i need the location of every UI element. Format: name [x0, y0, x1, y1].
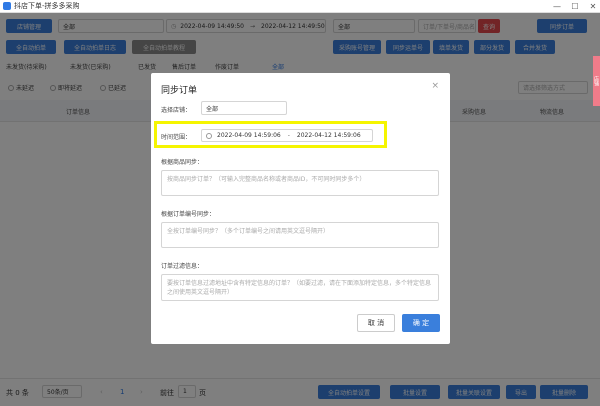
- title-bar: 抖店下单-拼多多采购: [0, 0, 600, 13]
- order-filter-label: 订单过滤信息：: [161, 263, 204, 270]
- store-label: 选择店铺：: [161, 107, 192, 114]
- app-logo-icon: [3, 2, 11, 10]
- order-filter-textarea[interactable]: 要按订单信息过滤地址中含有特定信息的订单？（如要过滤，请在下面添加特定信息，多个…: [161, 274, 439, 301]
- dialog-store-select[interactable]: 全部: [201, 101, 287, 115]
- close-icon[interactable]: ×: [431, 81, 439, 91]
- time-range-highlight: [154, 121, 387, 148]
- product-sync-textarea[interactable]: 按商品同步订单？（可输入完整商品名称或者商品ID，不可同时同步多个）: [161, 170, 439, 196]
- maximize-button[interactable]: ☐: [566, 0, 584, 13]
- dialog-title: 同步订单: [161, 86, 198, 96]
- cancel-button[interactable]: 取 消: [357, 314, 395, 332]
- order-sync-label: 根据订单编号同步：: [161, 211, 216, 218]
- side-badge[interactable]: 店铺: [593, 56, 600, 106]
- app-window: 抖店下单-拼多多采购 — ☐ ✕ 店铺管理 全部 ◷ 2022-04-09 14…: [0, 0, 600, 406]
- confirm-button[interactable]: 确 定: [402, 314, 440, 332]
- sync-orders-dialog: 同步订单 × 选择店铺： 全部 时间范围： 2022-04-09 14:59:0…: [151, 73, 450, 344]
- product-sync-label: 根据商品同步：: [161, 159, 204, 166]
- window-title: 抖店下单-拼多多采购: [14, 2, 80, 10]
- minimize-button[interactable]: —: [548, 0, 566, 13]
- close-window-button[interactable]: ✕: [584, 0, 600, 13]
- order-sync-textarea[interactable]: 全按订单编号同步？（多个订单编号之间请用英文逗号隔开）: [161, 222, 439, 248]
